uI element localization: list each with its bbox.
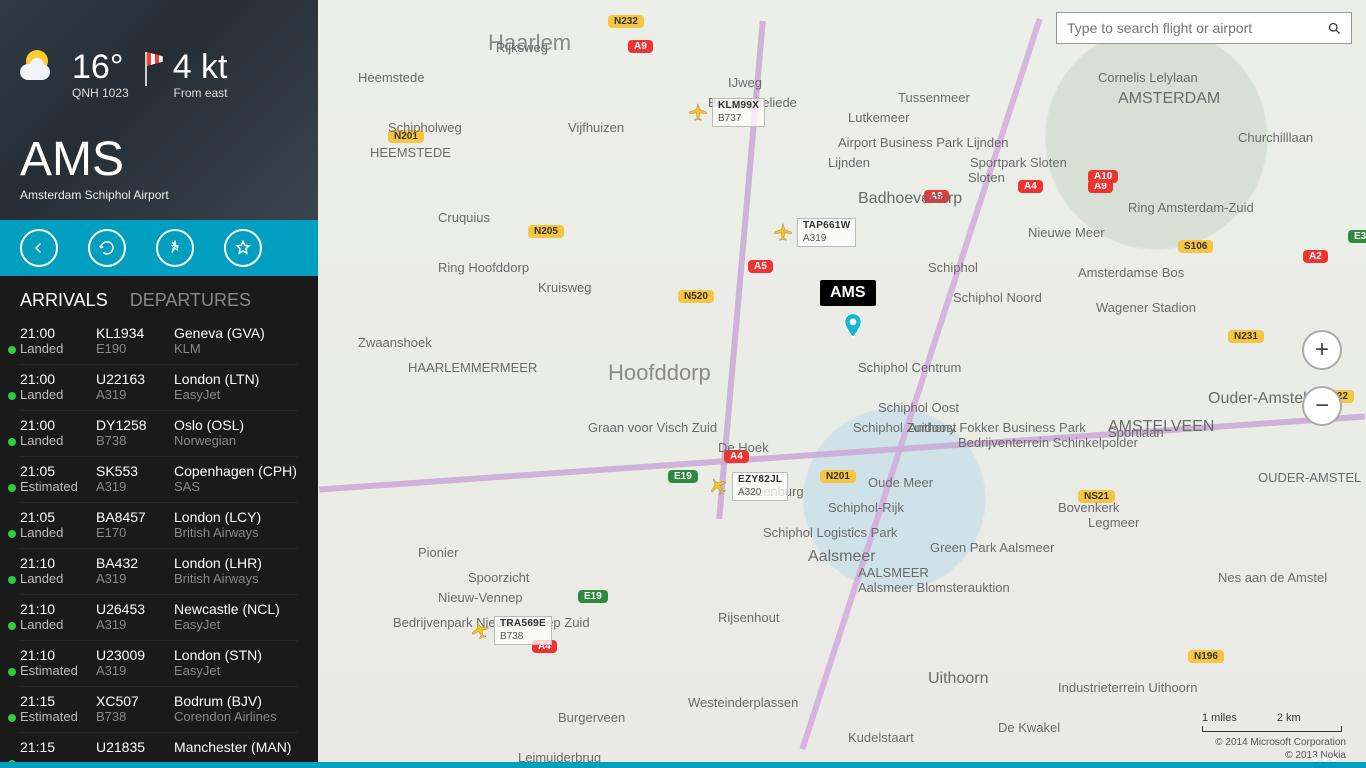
sidebar: 16° QNH 1023 4 kt From east AMS Amsterda… <box>0 0 318 768</box>
road-shield: A2 <box>1303 250 1328 263</box>
airport-title: AMS Amsterdam Schiphol Airport <box>20 136 169 202</box>
airport-name: Amsterdam Schiphol Airport <box>20 188 169 202</box>
pin-button[interactable] <box>156 229 194 267</box>
map[interactable]: N201N232A9A9N205A5N520A4N201E19E19A4A4A9… <box>318 0 1366 768</box>
road-shield: A4 <box>724 450 749 463</box>
road-shield: N201 <box>388 130 424 143</box>
road-shield: A10 <box>1088 170 1118 183</box>
app-bar-more-icon[interactable]: ••• <box>1312 749 1340 768</box>
road-shield: N232 <box>608 15 644 28</box>
tab-departures[interactable]: DEPARTURES <box>130 290 251 311</box>
road-shield: S106 <box>1178 240 1213 253</box>
road-shield: E35 <box>1348 230 1366 243</box>
flight-row[interactable]: 21:00Landed DY1258B738 Oslo (OSL)Norwegi… <box>20 410 298 456</box>
aircraft-tag[interactable]: TRA569EB738 <box>494 616 552 645</box>
tabs: ARRIVALS DEPARTURES <box>0 276 318 319</box>
wind-speed: 4 kt <box>173 50 228 84</box>
aircraft-icon[interactable] <box>773 222 793 242</box>
aircraft-tag[interactable]: TAP661WA319 <box>797 218 856 247</box>
airport-header: 16° QNH 1023 4 kt From east AMS Amsterda… <box>0 0 318 220</box>
road-shield: N520 <box>678 290 714 303</box>
search-box[interactable] <box>1056 12 1352 44</box>
search-icon[interactable] <box>1317 21 1351 36</box>
road-shield: A9 <box>628 40 653 53</box>
road-shield: A5 <box>748 260 773 273</box>
weather-block: 16° QNH 1023 4 kt From east <box>20 50 228 100</box>
search-input[interactable] <box>1057 20 1317 36</box>
road-shield: N231 <box>1228 330 1264 343</box>
road-shield: A4 <box>1018 180 1043 193</box>
flight-row[interactable]: 21:15Estimated XC507B738 Bodrum (BJV)Cor… <box>20 686 298 732</box>
tab-arrivals[interactable]: ARRIVALS <box>20 290 108 311</box>
flight-row[interactable]: 21:05Estimated SK553A319 Copenhagen (CPH… <box>20 456 298 502</box>
airport-iata: AMS <box>20 136 169 184</box>
zoom-in-button[interactable]: + <box>1302 330 1342 370</box>
refresh-button[interactable] <box>88 229 126 267</box>
aircraft-tag[interactable]: EZY82JLA320 <box>732 472 788 501</box>
map-scale: 1 miles 2 km <box>1202 712 1342 732</box>
aircraft-icon[interactable] <box>688 102 708 122</box>
flight-row[interactable]: 21:10Landed BA432A319 London (LHR)Britis… <box>20 548 298 594</box>
road-shield: E19 <box>578 590 608 603</box>
road-shield: A9 <box>924 190 949 203</box>
favorite-button[interactable] <box>224 229 262 267</box>
flight-row[interactable]: 21:05Landed BA8457E170 London (LCY)Briti… <box>20 502 298 548</box>
wind-direction: From east <box>173 86 228 100</box>
zoom-out-button[interactable]: − <box>1302 386 1342 426</box>
flight-row[interactable]: 21:00Landed U22163A319 London (LTN)EasyJ… <box>20 364 298 410</box>
flight-row[interactable]: 21:10Landed U26453A319 Newcastle (NCL)Ea… <box>20 594 298 640</box>
road-shield: E19 <box>668 470 698 483</box>
road-shield: N201 <box>820 470 856 483</box>
qnh: QNH 1023 <box>72 86 129 100</box>
zoom-controls: + − <box>1302 330 1342 426</box>
flight-row[interactable]: 21:00Landed KL1934E190 Geneva (GVA)KLM <box>20 319 298 364</box>
flight-list[interactable]: 21:00Landed KL1934E190 Geneva (GVA)KLM21… <box>0 319 318 768</box>
road-shield: NS21 <box>1078 490 1115 503</box>
aircraft-tag[interactable]: KLM99XB737 <box>712 98 765 127</box>
road-shield: N196 <box>1188 650 1224 663</box>
flight-row[interactable]: 21:10Estimated U23009A319 London (STN)Ea… <box>20 640 298 686</box>
toolbar <box>0 220 318 276</box>
airport-marker-pin[interactable] <box>843 312 863 340</box>
app-bar[interactable] <box>0 762 1366 768</box>
windsock-icon <box>143 50 163 88</box>
temperature: 16° <box>72 50 129 84</box>
road-shield: N205 <box>528 225 564 238</box>
weather-icon <box>20 50 58 88</box>
airport-marker-label[interactable]: AMS <box>820 280 876 306</box>
back-button[interactable] <box>20 229 58 267</box>
